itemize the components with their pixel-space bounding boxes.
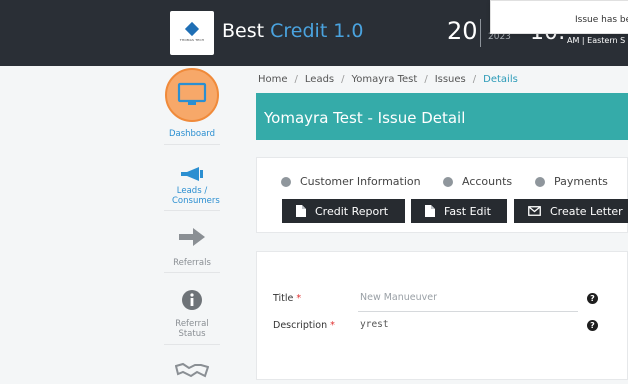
company-logo[interactable]: THOMAS TECH: [170, 11, 214, 55]
sidebar-item-label: Leads / Consumers: [172, 186, 220, 206]
date-divider: [480, 19, 481, 47]
help-icon[interactable]: ?: [587, 320, 598, 331]
sidebar-item-leads[interactable]: Leads / Consumers: [160, 166, 224, 206]
radio-dot-icon: [281, 176, 291, 187]
info-icon: [182, 290, 202, 310]
description-label-text: Description: [273, 320, 328, 331]
sidebar-divider: [164, 210, 220, 211]
description-label: Description *: [273, 320, 335, 331]
breadcrumb-home[interactable]: Home: [258, 74, 288, 85]
sidebar-item-referrals[interactable]: Referrals: [160, 226, 224, 268]
brand-accent: Credit 1.0: [270, 20, 364, 42]
title-input-underline: [358, 311, 578, 312]
credit-report-button[interactable]: Credit Report: [282, 199, 405, 223]
breadcrumb: Home / Leads / Yomayra Test / Issues / Details: [258, 74, 518, 85]
tab-label: Payments: [554, 175, 608, 188]
button-label: Credit Report: [315, 204, 389, 218]
radio-dot-icon: [443, 176, 453, 187]
help-icon[interactable]: ?: [587, 293, 598, 304]
monitor-icon: [177, 82, 207, 105]
handshake-icon: [174, 362, 210, 378]
breadcrumb-issues[interactable]: Issues: [435, 74, 466, 85]
sidebar-divider: [164, 344, 220, 345]
sidebar-item-dashboard[interactable]: Dashboard: [160, 68, 224, 139]
app-title: Best Credit 1.0: [222, 20, 364, 42]
radio-dot-icon: [535, 176, 545, 187]
sidebar-divider: [164, 272, 220, 273]
breadcrumb-leads[interactable]: Leads: [305, 74, 334, 85]
tab-accounts[interactable]: Accounts: [443, 175, 512, 188]
toast-message: Issue has be: [575, 15, 628, 25]
sidebar-item-label: Referral Status: [175, 319, 209, 339]
clock-timezone: AM | Eastern S: [567, 36, 626, 45]
dashboard-circle: [165, 68, 219, 122]
toast-notification[interactable]: Issue has be: [490, 0, 628, 34]
breadcrumb-consumer[interactable]: Yomayra Test: [352, 74, 418, 85]
logo-mark-icon: [184, 21, 200, 37]
tab-label: Accounts: [462, 175, 513, 188]
description-textarea[interactable]: yrest: [360, 319, 389, 330]
envelope-icon: [528, 206, 541, 216]
breadcrumb-details: Details: [483, 74, 518, 85]
sidebar-item-label: Dashboard: [168, 129, 216, 139]
megaphone-icon: [181, 167, 203, 181]
page-title: Yomayra Test - Issue Detail: [264, 109, 466, 127]
button-label: Create Letter: [550, 204, 623, 218]
tab-payments[interactable]: Payments: [535, 175, 608, 188]
sidebar-item-partners[interactable]: [160, 362, 224, 384]
button-label: Fast Edit: [444, 204, 491, 218]
title-input[interactable]: New Manueuver: [360, 292, 437, 303]
fast-edit-button[interactable]: Fast Edit: [411, 199, 507, 223]
logo-text: THOMAS TECH: [179, 38, 205, 42]
sidebar-item-label: Referrals: [173, 258, 211, 268]
date-day: 20: [447, 17, 478, 45]
tab-customer-information[interactable]: Customer Information: [281, 175, 421, 188]
sidebar-item-referral-status[interactable]: Referral Status: [160, 289, 224, 339]
arrow-right-icon: [179, 228, 205, 246]
file-icon: [296, 205, 306, 217]
title-label-text: Title: [273, 293, 294, 304]
issue-form-card: [256, 251, 628, 380]
title-label: Title *: [273, 293, 301, 304]
tab-label: Customer Information: [300, 175, 421, 188]
file-icon: [425, 205, 435, 217]
page-header: Yomayra Test - Issue Detail: [256, 93, 628, 140]
create-letter-button[interactable]: Create Letter: [514, 199, 628, 223]
sidebar: Dashboard Leads / Consumers Referrals Re…: [160, 66, 224, 380]
required-mark: *: [296, 293, 302, 304]
sidebar-divider: [164, 144, 220, 145]
brand-prefix: Best: [222, 20, 265, 42]
required-mark: *: [330, 320, 335, 331]
